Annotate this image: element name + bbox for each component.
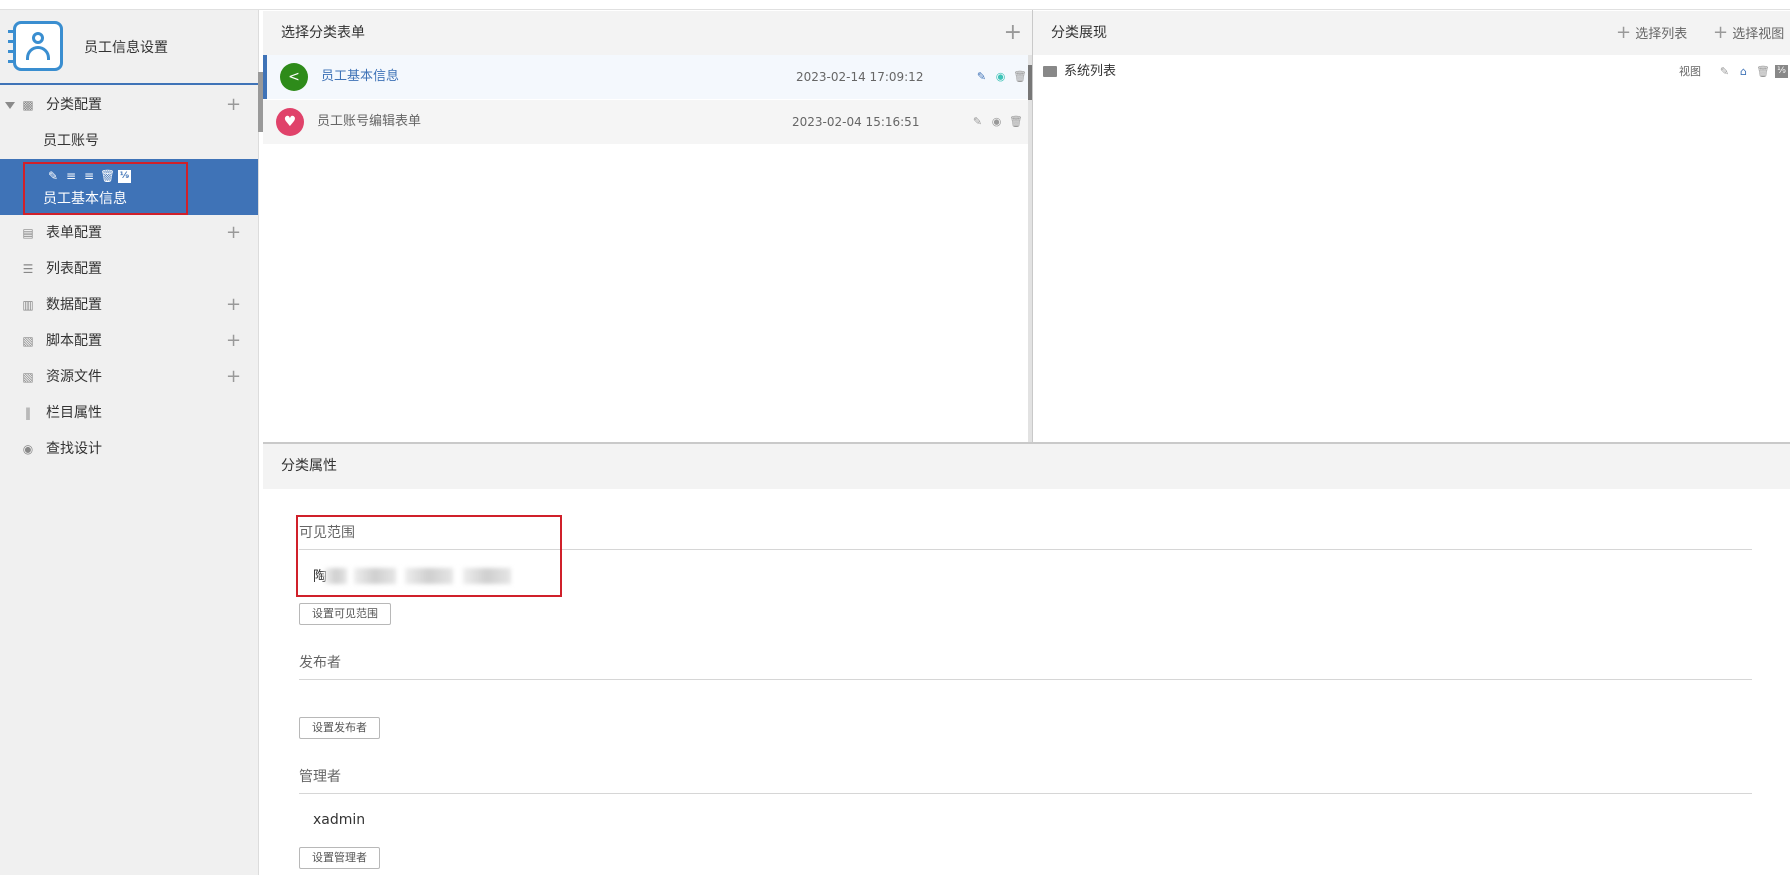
- caret-down-icon[interactable]: [5, 102, 15, 109]
- list-row-system-list[interactable]: 系统列表 视图 ✎ ⌂ 🗑 ⅑: [1032, 54, 1790, 90]
- sidebar-item-search-design[interactable]: ◉ 查找设计: [0, 431, 258, 467]
- add-icon[interactable]: +: [226, 359, 241, 395]
- contact-book-icon: [8, 21, 63, 71]
- sidebar-subitem-employee-account[interactable]: 员工账号: [0, 123, 258, 159]
- category-icon: ▩: [22, 98, 34, 112]
- app-title: 员工信息设置: [84, 40, 168, 56]
- form-name: 员工基本信息: [321, 69, 400, 84]
- trash-icon[interactable]: 🗑: [1013, 70, 1027, 83]
- heart-icon: ♥: [276, 108, 304, 136]
- sidebar-item-label: 数据配置: [46, 297, 102, 313]
- eye-icon[interactable]: ◉: [990, 115, 1003, 128]
- highlight-box: [296, 515, 562, 597]
- forms-panel-header: 选择分类表单 +: [263, 11, 1032, 55]
- properties-header: 分类属性: [263, 444, 1790, 489]
- set-publisher-button[interactable]: 设置发布者: [299, 717, 380, 739]
- trash-icon[interactable]: 🗑: [1756, 65, 1770, 78]
- fraction-icon[interactable]: ⅑: [1775, 65, 1788, 78]
- list-name: 系统列表: [1064, 64, 1117, 79]
- form-row-employee-basic-info[interactable]: < 员工基本信息 2023-02-14 17:09:12 ✎ ◉ 🗑: [263, 55, 1028, 99]
- add-icon: +: [1616, 22, 1632, 43]
- display-panel-header: 分类展现 + 选择列表 + 选择视图: [1033, 11, 1790, 55]
- set-visible-range-button[interactable]: 设置可见范围: [299, 603, 391, 625]
- sidebar-item-label: 脚本配置: [46, 333, 102, 349]
- edit-form-icon[interactable]: ✎: [975, 70, 988, 83]
- sidebar-item-column-properties[interactable]: ‖ 栏目属性: [0, 395, 258, 431]
- folder-icon: [1043, 66, 1057, 77]
- sidebar-item-list-config[interactable]: ☰ 列表配置: [0, 251, 258, 287]
- sidebar-item-label: 查找设计: [46, 441, 102, 457]
- sidebar-item-label: 列表配置: [46, 261, 102, 277]
- home-icon[interactable]: ⌂: [1737, 65, 1750, 78]
- resource-icon: ▧: [22, 370, 34, 384]
- forms-panel-title: 选择分类表单: [281, 25, 365, 41]
- display-panel-title: 分类展现: [1051, 25, 1107, 41]
- sidebar-item-form-config[interactable]: ▤ 表单配置 +: [0, 215, 258, 251]
- edit-icon[interactable]: ✎: [1718, 65, 1731, 78]
- select-list-button[interactable]: + 选择列表: [1616, 11, 1687, 57]
- publisher-label: 发布者: [299, 655, 341, 671]
- sidebar-header: 员工信息设置: [0, 10, 258, 85]
- share-icon: <: [280, 63, 308, 91]
- add-icon[interactable]: +: [226, 87, 241, 123]
- trash-icon[interactable]: 🗑: [1009, 115, 1023, 128]
- add-icon[interactable]: +: [226, 287, 241, 323]
- view-label[interactable]: 视图: [1679, 54, 1701, 90]
- top-border: [0, 0, 1790, 10]
- highlight-box: [23, 162, 188, 215]
- properties-title: 分类属性: [281, 458, 337, 474]
- form-name: 员工账号编辑表单: [317, 114, 422, 129]
- add-form-icon[interactable]: +: [1004, 11, 1022, 55]
- list-icon: ☰: [22, 262, 34, 276]
- manager-label: 管理者: [299, 769, 341, 785]
- script-icon: ▧: [22, 334, 34, 348]
- sidebar-item-resource-files[interactable]: ▧ 资源文件 +: [0, 359, 258, 395]
- binoculars-icon: ◉: [22, 442, 34, 456]
- sidebar-item-category-config[interactable]: ▩ 分类配置 +: [0, 87, 258, 123]
- manager-value: xadmin: [313, 812, 366, 828]
- sidebar: 员工信息设置 ▩ 分类配置 + 员工账号 ✎ ≡ ≡ 🗑 ⅑ 员工基本信息 ▤ …: [0, 10, 259, 875]
- sidebar-item-label: 资源文件: [46, 369, 102, 385]
- chart-icon: ▥: [22, 298, 34, 312]
- add-icon: +: [1713, 22, 1729, 43]
- eye-icon[interactable]: ◉: [994, 70, 1007, 83]
- sidebar-item-label: 表单配置: [46, 225, 102, 241]
- sidebar-scrollbar-thumb[interactable]: [258, 72, 263, 132]
- select-view-button[interactable]: + 选择视图: [1713, 11, 1784, 57]
- set-manager-button[interactable]: 设置管理者: [299, 847, 380, 869]
- sidebar-item-label: 分类配置: [46, 97, 102, 113]
- sidebar-item-script-config[interactable]: ▧ 脚本配置 +: [0, 323, 258, 359]
- form-row-employee-account-edit[interactable]: ♥ 员工账号编辑表单 2023-02-04 15:16:51 ✎ ◉ 🗑: [263, 100, 1028, 144]
- edit-form-icon[interactable]: ✎: [971, 115, 984, 128]
- form-date: 2023-02-14 17:09:12: [796, 70, 924, 84]
- sidebar-item-label: 栏目属性: [46, 405, 102, 421]
- add-icon[interactable]: +: [226, 323, 241, 359]
- section-divider: [299, 793, 1752, 794]
- sliders-icon: ‖: [25, 406, 31, 420]
- section-divider: [299, 679, 1752, 680]
- form-icon: ▤: [22, 226, 34, 240]
- sidebar-item-data-config[interactable]: ▥ 数据配置 +: [0, 287, 258, 323]
- form-date: 2023-02-04 15:16:51: [792, 115, 920, 129]
- add-icon[interactable]: +: [226, 215, 241, 251]
